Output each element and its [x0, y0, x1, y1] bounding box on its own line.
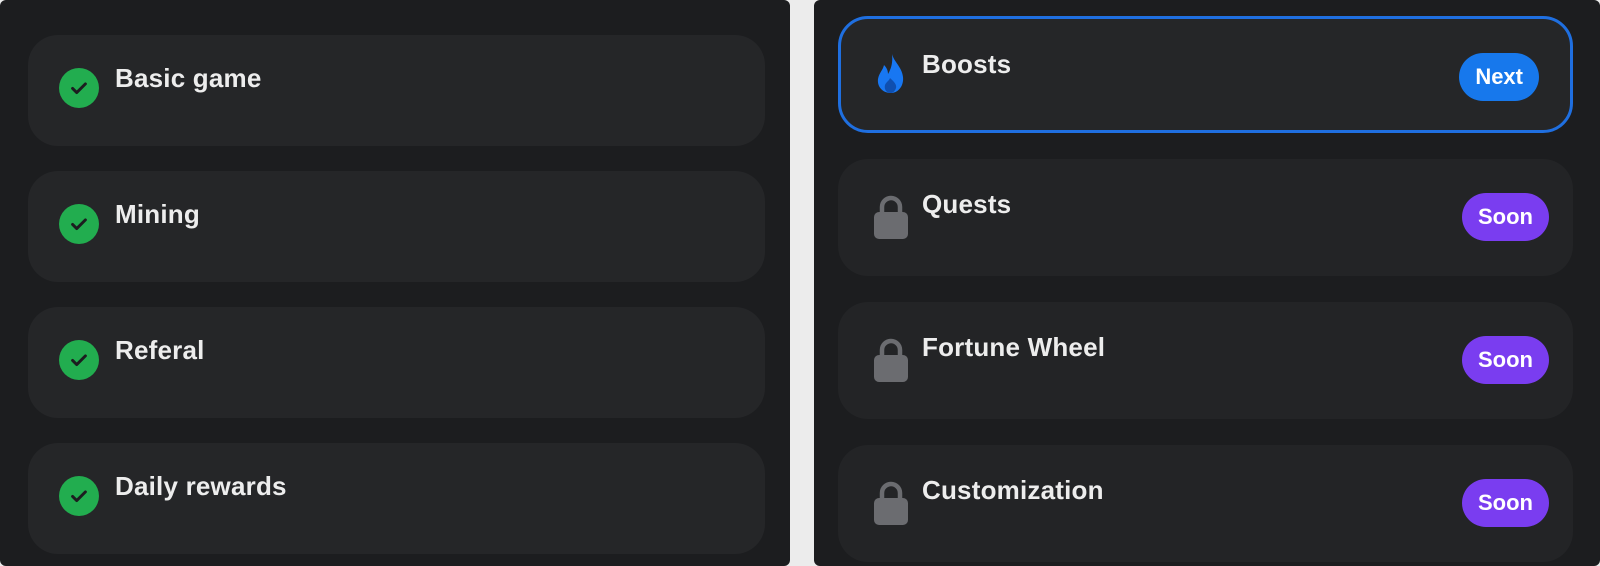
feature-label: Fortune Wheel	[922, 332, 1106, 362]
flame-icon	[877, 54, 904, 93]
feature-item-customization[interactable]: Customization Soon	[838, 445, 1573, 562]
feature-label: Daily rewards	[115, 471, 287, 501]
check-circle-icon	[59, 68, 99, 108]
soon-badge: Soon	[1462, 193, 1549, 241]
check-circle-icon	[59, 476, 99, 516]
feature-item-daily-rewards[interactable]: Daily rewards	[28, 443, 765, 554]
completed-features-panel: Basic game Mining Referal Daily rewards	[0, 0, 790, 566]
feature-label: Referal	[115, 335, 205, 365]
lock-icon	[874, 195, 908, 239]
soon-badge: Soon	[1462, 336, 1549, 384]
lock-icon	[874, 481, 908, 525]
feature-item-mining[interactable]: Mining	[28, 171, 765, 282]
feature-label: Customization	[922, 475, 1104, 505]
feature-item-fortune-wheel[interactable]: Fortune Wheel Soon	[838, 302, 1573, 419]
lock-icon	[874, 338, 908, 382]
feature-item-quests[interactable]: Quests Soon	[838, 159, 1573, 276]
feature-item-referal[interactable]: Referal	[28, 307, 765, 418]
feature-item-boosts[interactable]: Boosts Next	[838, 16, 1573, 133]
next-badge: Next	[1459, 53, 1539, 101]
feature-item-basic-game[interactable]: Basic game	[28, 35, 765, 146]
check-circle-icon	[59, 340, 99, 380]
check-circle-icon	[59, 204, 99, 244]
feature-label: Mining	[115, 199, 200, 229]
soon-badge: Soon	[1462, 479, 1549, 527]
feature-label: Basic game	[115, 63, 262, 93]
feature-label: Quests	[922, 189, 1012, 219]
upcoming-features-panel: Boosts Next Quests Soon Fortune Wheel So…	[814, 0, 1600, 566]
feature-label: Boosts	[922, 49, 1012, 79]
